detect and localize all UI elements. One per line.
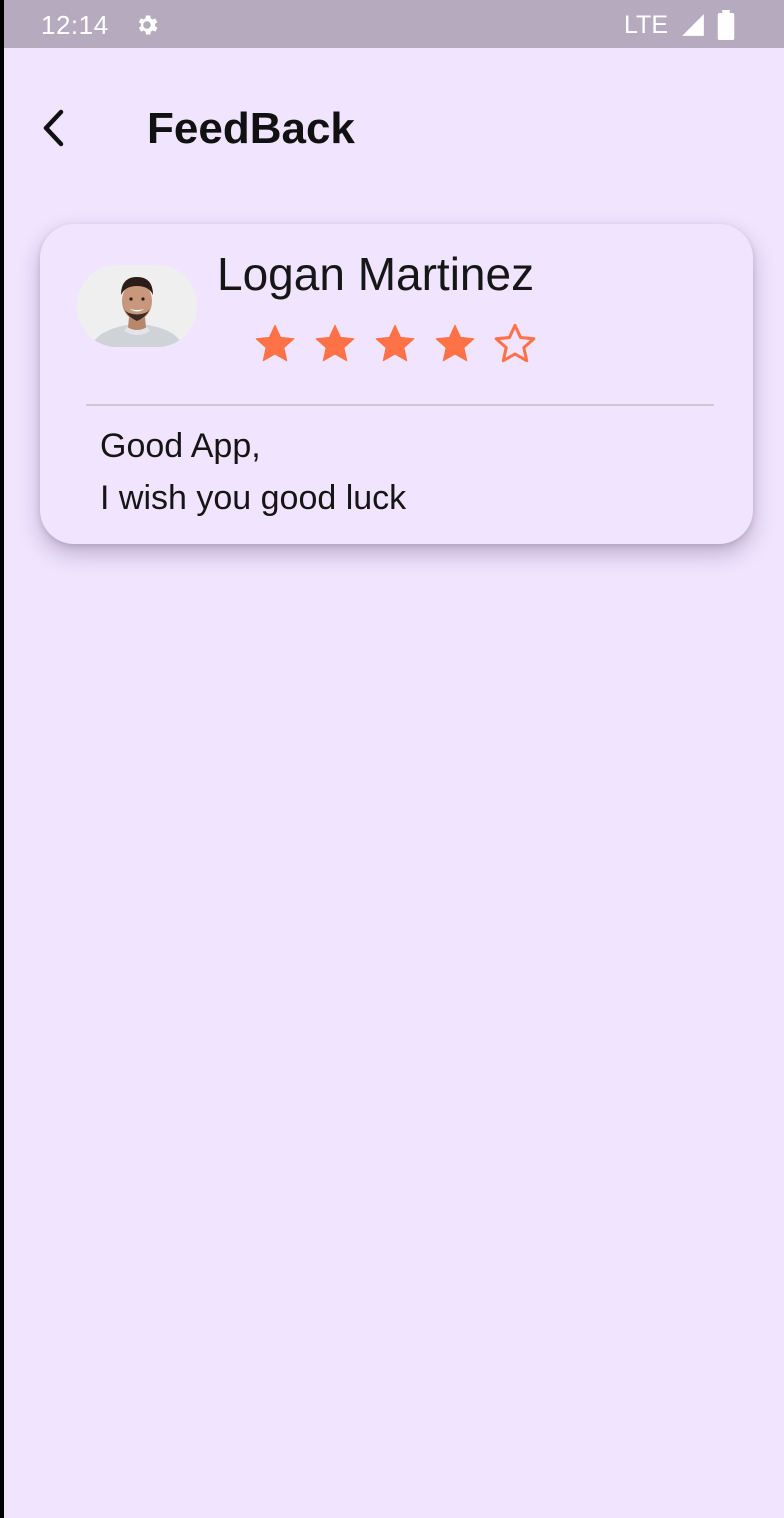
- star-filled-icon[interactable]: [432, 321, 478, 367]
- page-title: FeedBack: [147, 104, 355, 153]
- feedback-screen: 12:14 LTE FeedBack Logan Martinez Good A…: [4, 0, 784, 1518]
- star-filled-icon[interactable]: [372, 321, 418, 367]
- network-type: LTE: [624, 11, 668, 39]
- star-outline-icon[interactable]: [492, 321, 538, 367]
- star-rating: [252, 321, 552, 367]
- app-bar: FeedBack: [4, 48, 784, 208]
- avatar: [77, 265, 197, 347]
- feedback-card: Logan Martinez Good App, I wish you good…: [40, 224, 753, 544]
- signal-icon: [682, 14, 704, 36]
- person-photo: [77, 265, 197, 347]
- back-button[interactable]: [32, 106, 76, 150]
- status-time: 12:14: [41, 10, 109, 40]
- status-bar: 12:14 LTE: [4, 0, 784, 48]
- reviewer-name: Logan Martinez: [217, 248, 535, 300]
- chevron-left-icon: [43, 109, 64, 147]
- gear-icon: [138, 15, 158, 35]
- star-filled-icon[interactable]: [312, 321, 358, 367]
- star-filled-icon[interactable]: [252, 321, 298, 367]
- review-text-line: I wish you good luck: [100, 479, 407, 517]
- review-text-line: Good App,: [100, 427, 261, 465]
- divider: [86, 404, 714, 406]
- battery-icon: [717, 10, 735, 40]
